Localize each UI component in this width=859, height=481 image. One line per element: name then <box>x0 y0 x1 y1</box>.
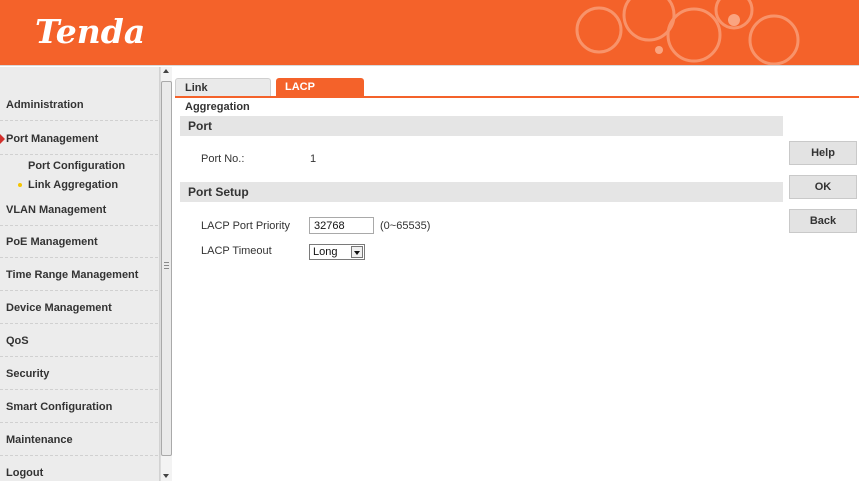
sidebar-item-label: Administration <box>6 99 84 111</box>
scroll-up-arrow-icon[interactable] <box>163 69 169 73</box>
sidebar-item-label: QoS <box>6 335 29 347</box>
sidebar-item-label: PoE Management <box>6 236 98 248</box>
section-header-port: Port <box>180 116 783 136</box>
sidebar-item-label: Device Management <box>6 302 112 314</box>
sidebar-nav: Administration Port Management Port Conf… <box>0 67 160 481</box>
sidebar-item-smart-configuration[interactable]: Smart Configuration <box>0 391 158 423</box>
section-header-port-setup: Port Setup <box>180 182 783 202</box>
sidebar-item-poe-management[interactable]: PoE Management <box>0 226 158 258</box>
lacp-timeout-select[interactable]: Long <box>309 244 365 260</box>
sidebar-subitem-port-configuration[interactable]: Port Configuration <box>0 157 158 175</box>
sidebar-item-device-management[interactable]: Device Management <box>0 292 158 324</box>
help-button[interactable]: Help <box>789 141 857 165</box>
brand-logo[interactable]: Tenda <box>35 12 145 51</box>
sidebar-item-logout[interactable]: Logout <box>0 457 158 481</box>
scrollbar-thumb[interactable] <box>161 81 172 456</box>
sidebar-item-qos[interactable]: QoS <box>0 325 158 357</box>
lacp-timeout-label: LACP Timeout <box>201 245 272 257</box>
sidebar-item-label: Maintenance <box>6 434 73 446</box>
sidebar-item-administration[interactable]: Administration <box>0 89 158 121</box>
sidebar-item-port-management[interactable]: Port Management <box>0 123 158 155</box>
sidebar-item-label: Smart Configuration <box>6 401 113 413</box>
expanded-arrow-icon <box>0 134 5 144</box>
sidebar-item-label: Time Range Management <box>6 269 139 281</box>
chevron-down-icon[interactable] <box>351 246 363 258</box>
sidebar-item-maintenance[interactable]: Maintenance <box>0 424 158 456</box>
sidebar-item-time-range-management[interactable]: Time Range Management <box>0 259 158 291</box>
sidebar-item-label: Port Management <box>6 133 99 145</box>
app-window: Tenda Administration Port Management Por… <box>0 0 859 481</box>
sidebar-scrollbar[interactable] <box>160 67 172 481</box>
grip-icon <box>164 262 169 269</box>
sidebar-item-label: Link Aggregation <box>28 179 119 191</box>
lacp-priority-label: LACP Port Priority <box>201 220 291 232</box>
header-banner: Tenda <box>0 0 859 66</box>
tab-underline <box>175 96 859 98</box>
sidebar-item-label: Security <box>6 368 50 380</box>
port-no-value: 1 <box>310 153 317 165</box>
sidebar-item-security[interactable]: Security <box>0 358 158 390</box>
scroll-down-arrow-icon[interactable] <box>163 474 169 478</box>
sidebar-item-vlan-management[interactable]: VLAN Management <box>0 194 158 226</box>
tab-lacp-protocol[interactable]: LACP Protocol <box>276 78 364 112</box>
sidebar-subitem-link-aggregation[interactable]: Link Aggregation <box>0 176 158 194</box>
lacp-priority-input[interactable] <box>309 217 374 234</box>
active-bullet-icon <box>18 183 22 187</box>
sidebar-item-label: Logout <box>6 467 44 479</box>
priority-range-hint: (0~65535) <box>380 220 431 232</box>
back-button[interactable]: Back <box>789 209 857 233</box>
header-decoration <box>575 0 800 65</box>
port-no-label: Port No.: <box>201 153 245 165</box>
lacp-timeout-value: Long <box>313 246 338 258</box>
sidebar-item-label: Port Configuration <box>28 160 126 172</box>
ok-button[interactable]: OK <box>789 175 857 199</box>
sidebar-item-label: VLAN Management <box>6 204 107 216</box>
tab-link-aggregation[interactable]: Link Aggregation <box>175 78 271 113</box>
